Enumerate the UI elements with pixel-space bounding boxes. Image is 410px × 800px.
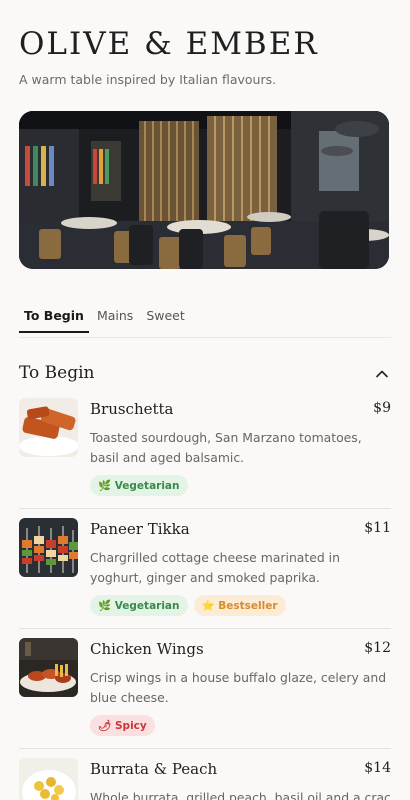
item-price: $12 <box>364 640 391 656</box>
chili-icon: 🌶 <box>98 720 112 732</box>
item-name: Paneer Tikka <box>90 520 190 538</box>
menu-item-chicken-wings[interactable]: Chicken Wings $12 Crisp wings in a house… <box>19 638 391 738</box>
spicy-badge: 🌶 Spicy <box>90 715 155 736</box>
vegetarian-badge: 🌿 Vegetarian <box>90 595 188 616</box>
chicken-wings-image <box>19 638 78 697</box>
tab-sweet[interactable]: Sweet <box>141 308 189 333</box>
item-divider <box>19 508 391 509</box>
paneer-tikka-image <box>19 518 78 577</box>
item-price: $11 <box>364 520 391 536</box>
chevron-up-icon[interactable] <box>374 366 390 382</box>
item-price: $9 <box>373 400 391 416</box>
item-description: Whole burrata, grilled peach, basil oil … <box>90 790 391 800</box>
bruschetta-image <box>19 398 78 457</box>
leaf-icon: 🌿 <box>98 600 112 612</box>
item-divider <box>19 628 391 629</box>
restaurant-tagline: A warm table inspired by Italian flavour… <box>19 72 277 87</box>
menu-item-paneer-tikka[interactable]: Paneer Tikka $11 Chargrilled cottage che… <box>19 518 391 618</box>
tab-mains[interactable]: Mains <box>92 308 138 333</box>
menu-tabs: To Begin Mains Sweet <box>19 308 193 333</box>
tabs-divider <box>19 337 391 338</box>
item-name: Burrata & Peach <box>90 760 218 778</box>
restaurant-name: OLIVE & EMBER <box>19 26 319 62</box>
item-description: Toasted sourdough, San Marzano tomatoes,… <box>90 430 362 465</box>
hero-image <box>19 111 389 269</box>
bestseller-badge: ⭐ Bestseller <box>193 595 286 616</box>
item-badges: 🌶 Spicy <box>90 715 161 736</box>
item-description: Crisp wings in a house buffalo glaze, ce… <box>90 670 387 705</box>
vegetarian-badge: 🌿 Vegetarian <box>90 475 188 496</box>
item-name: Chicken Wings <box>90 640 204 658</box>
menu-item-burrata-peach[interactable]: Burrata & Peach $14 Whole burrata, grill… <box>19 758 391 800</box>
menu-item-bruschetta[interactable]: Bruschetta $9 Toasted sourdough, San Mar… <box>19 398 391 498</box>
item-badges: 🌿 Vegetarian <box>90 475 194 496</box>
tab-to-begin[interactable]: To Begin <box>19 308 89 333</box>
item-badges: 🌿 Vegetarian ⭐ Bestseller <box>90 595 292 616</box>
section-title: To Begin <box>19 363 95 383</box>
leaf-icon: 🌿 <box>98 480 112 492</box>
burrata-peach-image <box>19 758 78 800</box>
item-price: $14 <box>364 760 391 776</box>
item-divider <box>19 748 391 749</box>
star-icon: ⭐ <box>201 600 215 612</box>
item-name: Bruschetta <box>90 400 174 418</box>
item-description: Chargrilled cottage cheese marinated in … <box>90 550 340 585</box>
